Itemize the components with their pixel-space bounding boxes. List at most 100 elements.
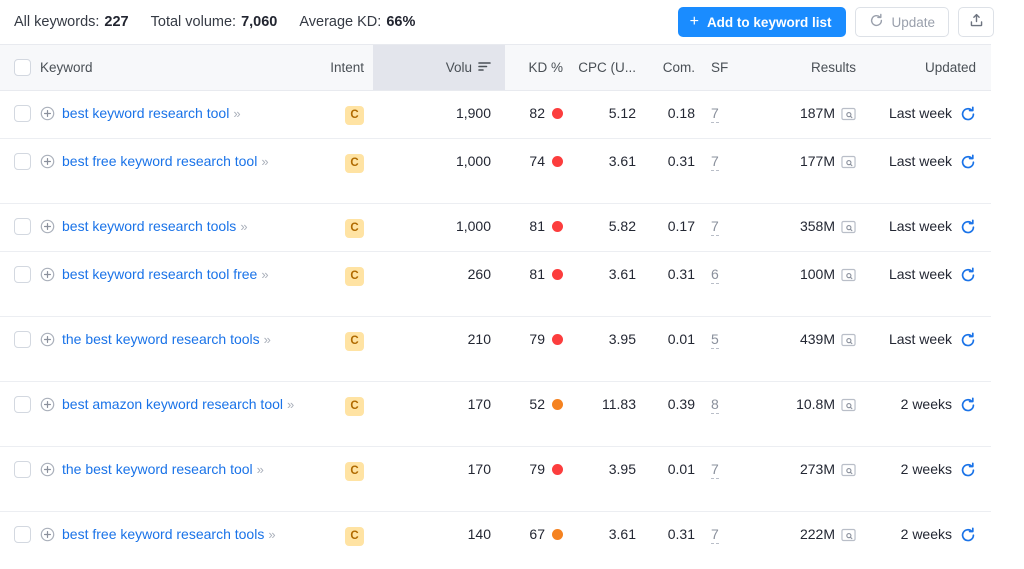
header-kd[interactable]: KD % — [505, 44, 573, 91]
chevron-right-icon[interactable]: » — [233, 106, 240, 121]
kd-difficulty-dot — [552, 221, 563, 232]
row-checkbox[interactable] — [14, 526, 31, 543]
refresh-row-icon[interactable] — [960, 153, 976, 170]
sf-value[interactable]: 5 — [711, 331, 719, 349]
row-keyword-cell: best amazon keyword research tool » — [40, 382, 308, 447]
keyword-link[interactable]: best keyword research tools — [62, 218, 236, 234]
sf-value[interactable]: 7 — [711, 153, 719, 171]
row-checkbox[interactable] — [14, 105, 31, 122]
table-row[interactable]: the best keyword research tools » C 210 79 3.… — [0, 316, 991, 382]
table-body: best keyword research tool » C 1,900 82 5.12 0… — [0, 90, 991, 569]
keyword-link[interactable]: best keyword research tool — [62, 105, 229, 121]
add-keyword-icon[interactable] — [40, 332, 55, 347]
intent-badge[interactable]: C — [345, 219, 364, 238]
row-sf-cell: 7 — [703, 204, 748, 252]
serp-preview-icon[interactable] — [841, 528, 856, 542]
sort-descending-icon — [478, 60, 491, 75]
keyword-link[interactable]: best free keyword research tools — [62, 526, 264, 542]
header-keyword[interactable]: Keyword — [40, 44, 308, 91]
add-keyword-icon[interactable] — [40, 267, 55, 282]
refresh-row-icon[interactable] — [960, 218, 976, 235]
intent-badge[interactable]: C — [345, 154, 364, 173]
intent-badge[interactable]: C — [345, 527, 364, 546]
row-checkbox[interactable] — [14, 218, 31, 235]
stat-total-volume: Total volume: 7,060 — [151, 14, 278, 30]
row-keyword-cell: best keyword research tool » — [40, 91, 308, 139]
add-keyword-icon[interactable] — [40, 219, 55, 234]
sf-value[interactable]: 6 — [711, 266, 719, 284]
serp-preview-icon[interactable] — [841, 220, 856, 234]
header-updated[interactable]: Updated — [866, 44, 991, 91]
header-results[interactable]: Results — [748, 44, 866, 91]
sf-value[interactable]: 8 — [711, 396, 719, 414]
row-checkbox[interactable] — [14, 331, 31, 348]
serp-preview-icon[interactable] — [841, 155, 856, 169]
table-row[interactable]: best amazon keyword research tool » C 170 52… — [0, 381, 991, 447]
serp-preview-icon[interactable] — [841, 333, 856, 347]
add-keyword-icon[interactable] — [40, 154, 55, 169]
row-select-cell — [0, 447, 40, 512]
chevron-right-icon[interactable]: » — [257, 462, 264, 477]
table-row[interactable]: best keyword research tool free » C 260 81 3.… — [0, 251, 991, 317]
intent-badge[interactable]: C — [345, 397, 364, 416]
add-keyword-icon[interactable] — [40, 462, 55, 477]
table-row[interactable]: best free keyword research tools » C 140 67 3… — [0, 511, 991, 569]
row-results-cell: 439M — [748, 317, 866, 382]
row-checkbox[interactable] — [14, 396, 31, 413]
refresh-row-icon[interactable] — [960, 266, 976, 283]
keyword-link[interactable]: the best keyword research tool — [62, 461, 253, 477]
header-sf[interactable]: SF — [703, 44, 748, 91]
chevron-right-icon[interactable]: » — [264, 332, 271, 347]
add-keyword-icon[interactable] — [40, 106, 55, 121]
keyword-link[interactable]: best amazon keyword research tool — [62, 396, 283, 412]
sf-value[interactable]: 7 — [711, 526, 719, 544]
intent-badge[interactable]: C — [345, 267, 364, 286]
refresh-row-icon[interactable] — [960, 331, 976, 348]
row-com-cell: 0.31 — [667, 153, 695, 169]
row-sf-cell: 7 — [703, 447, 748, 512]
intent-badge[interactable]: C — [345, 332, 364, 351]
refresh-row-icon[interactable] — [960, 461, 976, 478]
add-to-keyword-list-button[interactable]: + Add to keyword list — [677, 7, 847, 37]
chevron-right-icon[interactable]: » — [287, 397, 294, 412]
header-volume[interactable]: Volu — [373, 44, 505, 91]
sf-value[interactable]: 7 — [711, 218, 719, 236]
add-keyword-icon[interactable] — [40, 527, 55, 542]
serp-preview-icon[interactable] — [841, 107, 856, 121]
header-intent[interactable]: Intent — [308, 44, 373, 91]
update-button[interactable]: Update — [855, 7, 949, 37]
chevron-right-icon[interactable]: » — [240, 219, 247, 234]
refresh-row-icon[interactable] — [960, 526, 976, 543]
refresh-row-icon[interactable] — [960, 396, 976, 413]
header-cpc[interactable]: CPC (U... — [573, 44, 645, 91]
row-checkbox[interactable] — [14, 461, 31, 478]
header-com[interactable]: Com. — [645, 44, 703, 91]
row-checkbox[interactable] — [14, 153, 31, 170]
keyword-link[interactable]: the best keyword research tools — [62, 331, 260, 347]
serp-preview-icon[interactable] — [841, 463, 856, 477]
add-keyword-icon[interactable] — [40, 397, 55, 412]
sf-value[interactable]: 7 — [711, 105, 719, 123]
select-all-checkbox[interactable] — [14, 59, 31, 76]
table-row[interactable]: best keyword research tool » C 1,900 82 5.12 0… — [0, 90, 991, 139]
keyword-table-container: Keyword Intent Volu KD % CPC (U... Com. … — [0, 44, 991, 569]
row-keyword-cell: best free keyword research tool » — [40, 139, 308, 204]
intent-badge[interactable]: C — [345, 462, 364, 481]
intent-badge[interactable]: C — [345, 106, 364, 125]
keyword-link[interactable]: best free keyword research tool — [62, 153, 257, 169]
serp-preview-icon[interactable] — [841, 268, 856, 282]
table-row[interactable]: the best keyword research tool » C 170 79 3.9… — [0, 446, 991, 512]
row-checkbox[interactable] — [14, 266, 31, 283]
sf-value[interactable]: 7 — [711, 461, 719, 479]
chevron-right-icon[interactable]: » — [268, 527, 275, 542]
serp-preview-icon[interactable] — [841, 398, 856, 412]
export-icon — [969, 13, 984, 31]
refresh-row-icon[interactable] — [960, 105, 976, 122]
chevron-right-icon[interactable]: » — [261, 154, 268, 169]
export-button[interactable] — [958, 7, 994, 37]
table-row[interactable]: best free keyword research tool » C 1,000 74… — [0, 138, 991, 204]
row-cpc-cell: 5.12 — [608, 105, 636, 121]
table-row[interactable]: best keyword research tools » C 1,000 81 5.82… — [0, 203, 991, 252]
keyword-link[interactable]: best keyword research tool free — [62, 266, 257, 282]
chevron-right-icon[interactable]: » — [261, 267, 268, 282]
